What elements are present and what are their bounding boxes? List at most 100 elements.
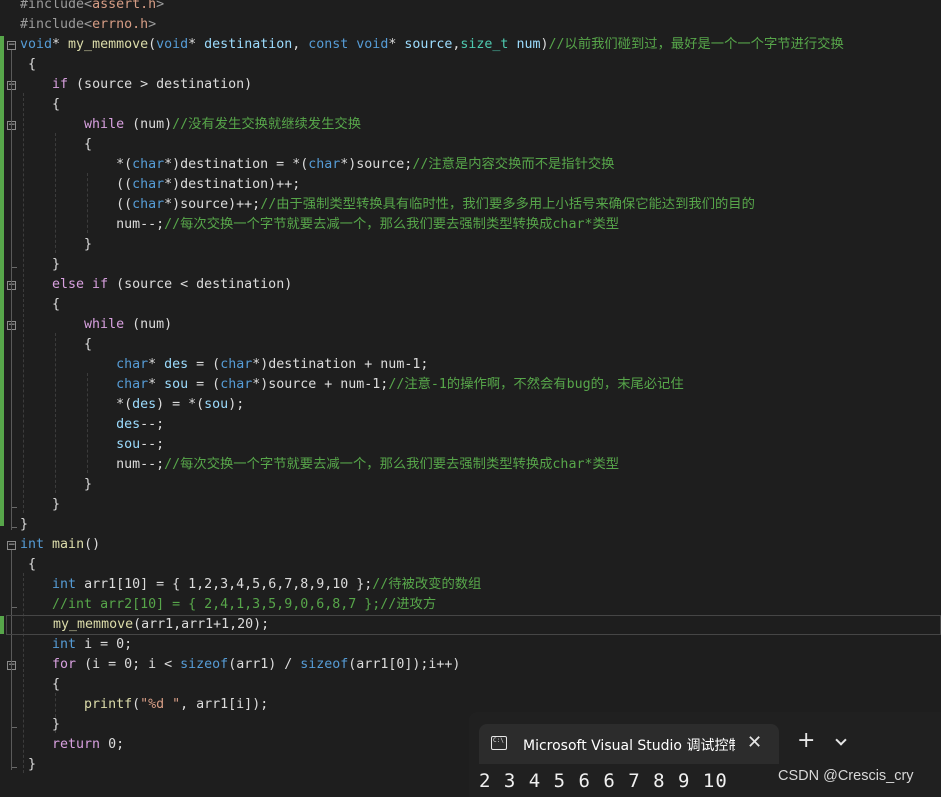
code-line[interactable]: {	[20, 95, 60, 115]
code-line[interactable]: num--;//每次交换一个字节就要去减一个，那么我们要去强制类型转换成char…	[20, 455, 619, 475]
code-token: if	[52, 77, 69, 92]
code-line[interactable]: #include<assert.h>	[20, 0, 164, 15]
code-token: *	[148, 377, 165, 392]
code-line[interactable]: sou--;	[20, 435, 164, 455]
code-token: "%d "	[140, 697, 181, 712]
code-line[interactable]: {	[20, 295, 60, 315]
code-token: char	[220, 357, 253, 372]
code-token: void	[356, 37, 389, 52]
code-line[interactable]: char* des = (char*)destination + num-1;	[20, 355, 428, 375]
change-bar	[0, 616, 4, 634]
code-line[interactable]: }	[20, 475, 92, 495]
code-token: {	[20, 557, 37, 572]
code-token: char	[116, 377, 149, 392]
code-token: ((	[20, 197, 133, 212]
code-line[interactable]: {	[20, 335, 92, 355]
code-line[interactable]: ((char*)source)++;//由于强制类型转换具有临时性，我们要多多用…	[20, 195, 755, 215]
code-token: }	[20, 237, 93, 252]
code-line[interactable]: }	[20, 255, 60, 275]
code-token: = (	[188, 357, 221, 372]
code-line[interactable]: {	[20, 135, 92, 155]
code-line[interactable]: #include<errno.h>	[20, 15, 156, 35]
change-bar	[0, 36, 4, 526]
code-line[interactable]: my_memmove(arr1,arr1+1,20);	[6, 615, 941, 635]
code-token: my_memmove	[53, 617, 134, 632]
code-line[interactable]: num--;//每次交换一个字节就要去减一个，那么我们要去强制类型转换成char…	[20, 215, 619, 235]
code-token: ((	[20, 177, 133, 192]
code-token: *)destination)++;	[164, 177, 301, 192]
code-token: for	[52, 657, 77, 672]
code-token: (	[148, 37, 157, 52]
code-token: *)source)++;	[164, 197, 261, 212]
code-token: sou	[164, 377, 189, 392]
code-token: printf	[84, 697, 133, 712]
code-token: errno.h	[92, 17, 149, 32]
code-token: char	[132, 157, 165, 172]
code-editor[interactable]: − − − − − − − #include<assert.h> #include<errno…	[0, 0, 941, 797]
code-line[interactable]: return 0;	[20, 735, 124, 755]
code-token: *	[52, 37, 69, 52]
code-line[interactable]: *(des) = *(sou);	[20, 395, 244, 415]
code-line[interactable]: printf("%d ", arr1[i]);	[20, 695, 268, 715]
code-line[interactable]: //int arr2[10] = { 2,4,1,3,5,9,0,6,8,7 }…	[20, 595, 436, 615]
code-token: >	[148, 17, 157, 32]
console-tab[interactable]: Microsoft Visual Studio 调试控制台 ✕	[479, 724, 779, 764]
code-line[interactable]: *(char*)destination = *(char*)source;//注…	[20, 155, 614, 175]
code-token: while	[84, 117, 125, 132]
code-token: = (	[188, 377, 221, 392]
fold-range-line	[11, 50, 12, 530]
code-line[interactable]: }	[20, 755, 36, 775]
code-line[interactable]: int arr1[10] = { 1,2,3,4,5,6,7,8,9,10 };…	[20, 575, 481, 595]
code-token: char	[132, 197, 165, 212]
code-token: sizeof	[300, 657, 349, 672]
code-line[interactable]: char* sou = (char*)source + num-1;//注意-1…	[20, 375, 684, 395]
code-line[interactable]: while (num)//没有发生交换就继续发生交换	[20, 115, 361, 135]
code-token: ()	[84, 537, 101, 552]
code-line[interactable]: int main()	[20, 535, 100, 555]
code-line[interactable]: }	[20, 515, 28, 535]
code-line[interactable]: if (source > destination)	[20, 75, 252, 95]
code-token: *	[388, 37, 405, 52]
code-line[interactable]: }	[20, 235, 92, 255]
code-line[interactable]: }	[20, 495, 60, 515]
code-line[interactable]: des--;	[20, 415, 164, 435]
code-token: char	[308, 157, 341, 172]
chevron-down-icon[interactable]	[835, 734, 847, 746]
code-token: }	[20, 517, 29, 532]
code-token: *(	[20, 397, 133, 412]
new-tab-button[interactable]: +	[797, 728, 815, 753]
code-token: {	[20, 677, 61, 692]
code-line[interactable]: else if (source < destination)	[20, 275, 292, 295]
code-token: }	[20, 257, 61, 272]
code-token: while	[84, 317, 125, 332]
code-token: >	[156, 0, 165, 12]
code-token: *)destination + num-1;	[252, 357, 429, 372]
close-icon[interactable]: ✕	[747, 732, 762, 753]
code-line[interactable]: }	[20, 715, 60, 735]
code-line[interactable]: for (i = 0; i < sizeof(arr1) / sizeof(ar…	[20, 655, 460, 675]
code-line[interactable]: {	[20, 55, 36, 75]
code-line[interactable]: while (num)	[20, 315, 172, 335]
code-token: (i = 0; i <	[76, 657, 181, 672]
code-token: //由于强制类型转换具有临时性，我们要多多用上小括号来确保它能达到我们的目的	[260, 197, 755, 212]
fold-toggle-icon[interactable]: −	[7, 41, 16, 50]
code-line[interactable]: {	[20, 555, 36, 575]
code-token: {	[20, 337, 93, 352]
code-line[interactable]: int i = 0;	[20, 635, 132, 655]
code-line[interactable]: {	[20, 675, 60, 695]
fold-toggle-icon[interactable]: −	[7, 541, 16, 550]
code-token: //待被改变的数组	[372, 577, 482, 592]
code-line[interactable]: void* my_memmove(void* destination, cons…	[20, 35, 844, 55]
debug-console-window[interactable]: Microsoft Visual Studio 调试控制台 ✕ + 2 3 4 …	[469, 712, 941, 797]
code-token: int	[52, 637, 77, 652]
code-line[interactable]: ((char*)destination)++;	[20, 175, 300, 195]
code-token: i = 0;	[76, 637, 133, 652]
code-token: char	[116, 357, 149, 372]
code-token: int	[20, 537, 45, 552]
code-token: //每次交换一个字节就要去减一个，那么我们要去强制类型转换成char*类型	[164, 457, 620, 472]
